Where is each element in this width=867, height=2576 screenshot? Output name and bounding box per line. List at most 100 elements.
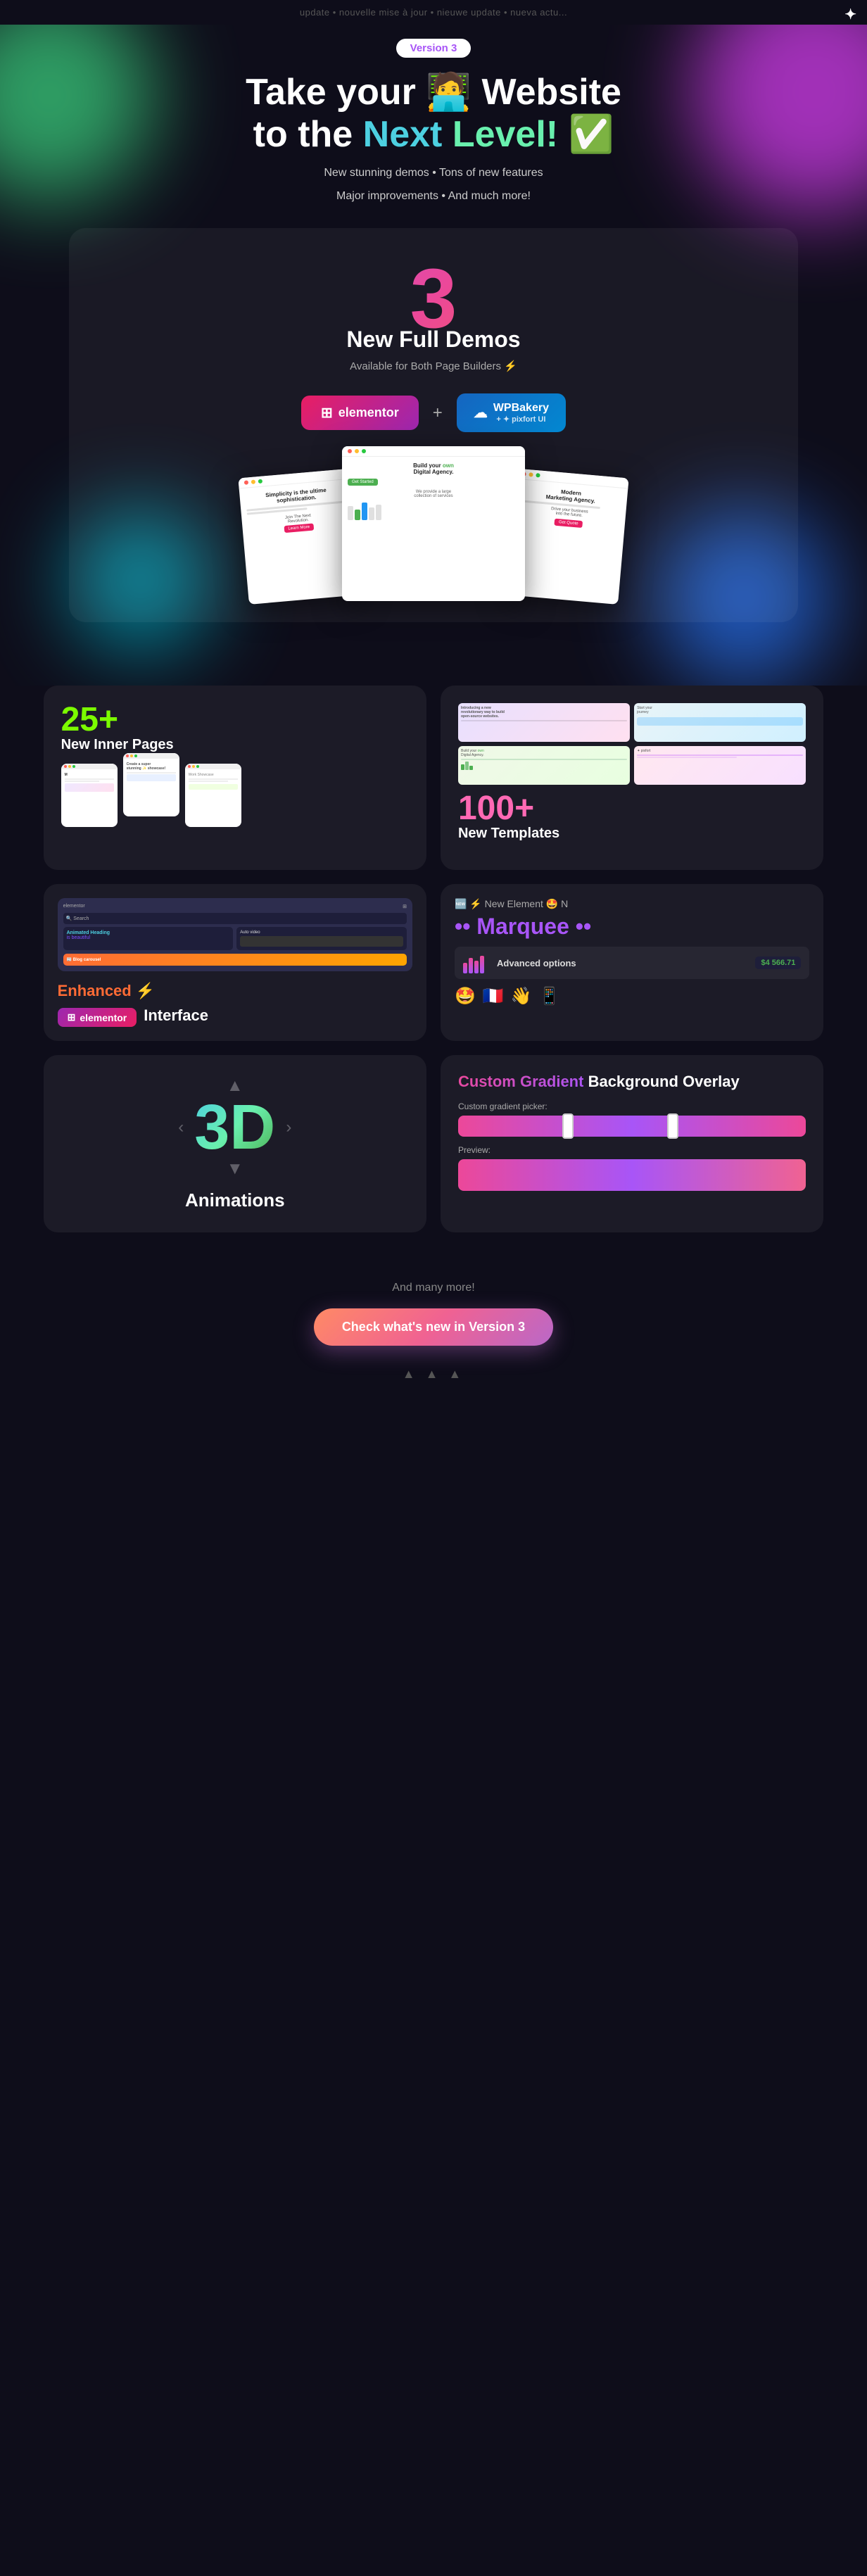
builders-row: ⊞ elementor + ☁ WPBakery + ✦ pixfort UI (90, 393, 778, 432)
marquee-demo-advanced: Advanced options $4 566.71 (455, 947, 809, 979)
elementor-icon: ⊞ (321, 404, 333, 422)
template-thumb-2: Start yourjourney (634, 703, 806, 742)
elementor-button[interactable]: ⊞ elementor (301, 396, 419, 430)
el-topbar: elementor ⊞ (63, 904, 407, 909)
elementor-badge-icon: ⊞ (68, 1011, 76, 1023)
demo-screen-center: Build your ownDigital Agency. Get Starte… (342, 446, 525, 601)
hero-title-space (442, 114, 452, 155)
demo-screenshots: Simplicity is the ultimesophistication. … (90, 446, 778, 601)
auto-video-text: Auto video (240, 930, 403, 935)
demos-subtitle: Available for Both Page Builders ⚡ (90, 360, 778, 372)
cta-button[interactable]: Check what's new in Version 3 (314, 1308, 553, 1346)
chart-bar-1 (463, 963, 467, 973)
enhanced-title: Enhanced ⚡ (58, 982, 412, 1000)
mockup-2: Create a superstunning ✨ showcase! (123, 753, 179, 816)
features-grid: 25+ New Inner Pages M (44, 686, 824, 870)
chart-mini (463, 952, 491, 973)
arrow-left-icon: ‹ (178, 1118, 184, 1137)
widget-auto-video: Auto video (236, 927, 407, 950)
inner-pages-card: 25+ New Inner Pages M (44, 686, 426, 870)
elementor-label: elementor (338, 405, 399, 420)
templates-card: Introducing a newrevolutionary way to bu… (441, 686, 823, 870)
threed-row: ‹ 3D › (178, 1096, 291, 1159)
hero-title: Take your 🧑‍💻 Website to the Next Level!… (28, 72, 839, 156)
gradient-title-normal: Background Overlay (583, 1073, 739, 1090)
hero-section: Version 3 Take your 🧑‍💻 Website to the N… (0, 25, 867, 686)
templates-label: New Templates (458, 826, 806, 842)
elementor-badge: ⊞ elementor (58, 1008, 137, 1027)
el-topbar-left: elementor (63, 904, 85, 909)
plus-sign: + (433, 403, 443, 423)
animations-label: Animations (185, 1189, 285, 1211)
inner-pages-number: 25+ (61, 703, 409, 737)
price-tag: $4 566.71 (755, 956, 801, 969)
threed-text: 3D (194, 1096, 275, 1159)
emoji-row: 🤩 🇫🇷 👋 📱 (455, 986, 809, 1006)
elementor-badge-row: ⊞ elementor Interface (58, 1004, 412, 1027)
gradient-title-accent: Custom Gradient (458, 1073, 583, 1090)
wpbakery-cloud-icon: ☁ (474, 404, 488, 422)
template-thumb-1: Introducing a newrevolutionary way to bu… (458, 703, 630, 742)
emoji-3: 👋 (511, 986, 532, 1006)
marquee-card: 🆕 ⚡ New Element 🤩 N •• Marquee •• Advanc… (441, 884, 823, 1041)
emoji-4: 📱 (539, 986, 560, 1006)
el-widgets: Animated Heading is beautiful Auto video… (63, 927, 407, 966)
version-badge: Version 3 (396, 39, 472, 58)
emoji-1: 🤩 (455, 986, 476, 1006)
threed-card: ▲ ‹ 3D › ▼ Animations (44, 1055, 426, 1232)
interface-text: Interface (144, 1006, 208, 1025)
ticker-text: update • nouvelle mise à jour • nieuwe u… (300, 7, 567, 18)
advanced-options-text: Advanced options (497, 958, 576, 968)
wpbakery-button[interactable]: ☁ WPBakery + ✦ pixfort UI (457, 393, 566, 432)
picker-label: Custom gradient picker: (458, 1101, 806, 1111)
mockup-1: M (61, 764, 118, 827)
demos-header: 3 New Full Demos Available for Both Page… (90, 256, 778, 372)
hero-subtitle-1: New stunning demos • Tons of new feature… (28, 163, 839, 184)
bottom-arrows: ▲ ▲ ▲ (28, 1367, 839, 1382)
top-logo: ✦ (844, 6, 856, 23)
gradient-preview (458, 1159, 806, 1191)
el-topbar-right: ⊞ (403, 904, 407, 909)
animated-heading-text: Animated Heading (67, 930, 230, 935)
hero-title-line1: Take your 🧑‍💻 Website (246, 72, 621, 113)
hero-title-level: Level! (453, 114, 558, 155)
arrow-down-icon: ▼ (227, 1159, 243, 1179)
inner-pages-label: New Inner Pages (61, 737, 409, 753)
template-thumb-4: ✦ pixfort (634, 746, 806, 785)
elementor-marquee-row: elementor ⊞ 🔍 Search Animated Heading is… (44, 884, 824, 1041)
picker-handle-1[interactable] (562, 1113, 574, 1139)
chart-bar-2 (469, 958, 473, 973)
widget-blog-carousel: 📰 Blog carousel (63, 954, 407, 966)
wpbakery-label: WPBakery (493, 402, 549, 415)
inner-pages-mockups: M Create a superstunning ✨ showcase! (61, 764, 409, 827)
marquee-title: •• Marquee •• (455, 914, 809, 940)
template-thumb-3: Build your ownDigital Agency. (458, 746, 630, 785)
elementor-card: elementor ⊞ 🔍 Search Animated Heading is… (44, 884, 426, 1041)
pixfort-label: + ✦ pixfort UI (493, 415, 549, 424)
templates-number: 100+ (458, 792, 806, 826)
elementor-screenshot: elementor ⊞ 🔍 Search Animated Heading is… (58, 898, 412, 971)
new-element-text: 🆕 ⚡ New Element 🤩 N (455, 898, 809, 910)
emoji-2: 🇫🇷 (483, 986, 504, 1006)
arrow-right-icon: › (286, 1118, 291, 1137)
mockup-3: Work Showcase (185, 764, 241, 827)
chart-bar-3 (474, 961, 479, 973)
picker-handle-2[interactable] (667, 1113, 678, 1139)
chart-bar-4 (480, 956, 484, 973)
hero-title-next: Next (363, 114, 443, 155)
bottom-cta: And many more! Check what's new in Versi… (0, 1261, 867, 1417)
widget-animated-heading: Animated Heading is beautiful (63, 927, 234, 950)
threed-gradient-row: ▲ ‹ 3D › ▼ Animations Custom Gradient Ba… (44, 1055, 824, 1232)
preview-label: Preview: (458, 1145, 806, 1155)
demos-section: 3 New Full Demos Available for Both Page… (69, 228, 799, 622)
gradient-card: Custom Gradient Background Overlay Custo… (441, 1055, 823, 1232)
hero-title-to: to the (253, 114, 363, 155)
ticker-bar: update • nouvelle mise à jour • nieuwe u… (0, 0, 867, 25)
and-more-text: And many more! (28, 1282, 839, 1294)
elementor-badge-label: elementor (80, 1012, 127, 1023)
widget-highlight-row: 📰 Blog carousel (63, 954, 407, 966)
templates-preview: Introducing a newrevolutionary way to bu… (458, 703, 806, 785)
hero-title-emoji: ✅ (558, 114, 614, 155)
gradient-picker-bar[interactable] (458, 1116, 806, 1137)
gradient-title: Custom Gradient Background Overlay (458, 1073, 806, 1091)
